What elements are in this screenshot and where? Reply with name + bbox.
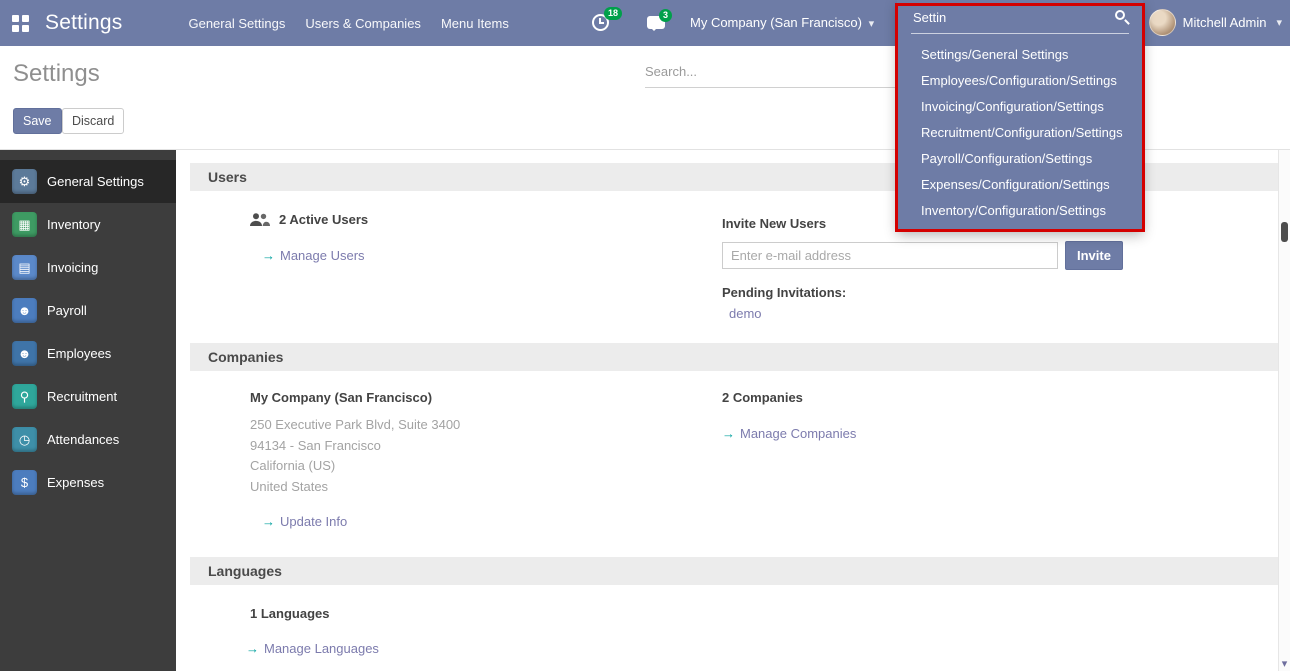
apps-menu-icon[interactable] [12,15,29,32]
breadcrumb: Settings [13,60,100,88]
arrow-right-icon: → [262,514,275,529]
search-result[interactable]: Inventory/Configuration/Settings [897,198,1143,224]
scrollbar-thumb[interactable] [1281,222,1288,242]
search-result[interactable]: Recruitment/Configuration/Settings [897,120,1143,146]
search-icon[interactable] [1115,10,1125,20]
search-result[interactable]: Settings/General Settings [897,42,1143,68]
menu-search-input[interactable] [911,9,1101,26]
discard-button[interactable]: Discard [62,108,124,134]
manage-languages-link[interactable]: →Manage Languages [246,641,379,656]
sidebar-item-label: Attendances [47,432,119,447]
sidebar-item-expenses[interactable]: $ Expenses [0,461,176,504]
address-line: California (US) [250,456,460,477]
sidebar-item-label: Recruitment [47,389,117,404]
menu-users-companies[interactable]: Users & Companies [295,2,431,45]
menu-search-dropdown: Settings/General Settings Employees/Conf… [897,0,1143,230]
menu-search-row [911,9,1129,34]
companies-count-label: 2 Companies [722,390,803,405]
user-name: Mitchell Admin [1183,15,1267,30]
sidebar-item-employees[interactable]: ☻ Employees [0,332,176,375]
sidebar-item-invoicing[interactable]: ▤ Invoicing [0,246,176,289]
sidebar-item-payroll[interactable]: ☻ Payroll [0,289,176,332]
manage-companies-link[interactable]: →Manage Companies [722,426,856,441]
address-line: United States [250,477,460,498]
search-result[interactable]: Payroll/Configuration/Settings [897,146,1143,172]
pending-invitations-label: Pending Invitations: [722,285,846,300]
section-header-companies: Companies [190,343,1278,371]
activity-count-badge: 18 [604,7,622,20]
expenses-icon: $ [12,470,37,495]
arrow-right-icon: → [262,248,275,263]
manage-users-link[interactable]: →Manage Users [262,248,365,263]
active-users-count: 2 Active Users [279,212,368,227]
menu-menu-items[interactable]: Menu Items [431,2,519,45]
address-line: 94134 - San Francisco [250,436,460,457]
sidebar-item-attendances[interactable]: ◷ Attendances [0,418,176,461]
chevron-down-icon: ▾ [869,18,875,30]
invite-new-users-label: Invite New Users [722,216,826,231]
avatar [1149,9,1176,36]
save-button[interactable]: Save [13,108,62,134]
menu-search-results: Settings/General Settings Employees/Conf… [897,42,1143,224]
sidebar-item-label: Inventory [47,217,100,232]
invite-email-field[interactable] [722,242,1058,269]
sidebar-item-general-settings[interactable]: ⚙ General Settings [0,160,176,203]
company-address: 250 Executive Park Blvd, Suite 3400 9413… [250,415,460,497]
attendance-icon: ◷ [12,427,37,452]
inventory-icon: ▦ [12,212,37,237]
payroll-icon: ☻ [12,298,37,323]
active-users-row: 2 Active Users [250,212,368,227]
scrollbar-down-arrow[interactable]: ▾ [1279,657,1290,670]
company-name-label: My Company (San Francisco) [250,390,432,405]
sidebar-item-label: Expenses [47,475,104,490]
company-name: My Company (San Francisco) [690,15,862,30]
invoice-icon: ▤ [12,255,37,280]
settings-sidebar: ⚙ General Settings ▦ Inventory ▤ Invoici… [0,150,176,671]
pending-user-link[interactable]: demo [729,306,762,321]
search-result[interactable]: Invoicing/Configuration/Settings [897,94,1143,120]
chevron-down-icon: ▾ [1276,16,1282,29]
activity-menu-button[interactable]: 18 [592,14,609,31]
message-count-badge: 3 [659,9,672,22]
sidebar-item-label: Payroll [47,303,87,318]
employees-icon: ☻ [12,341,37,366]
app-title: Settings [45,11,122,35]
users-group-icon [250,213,270,226]
sidebar-item-label: General Settings [47,174,144,189]
user-menu[interactable]: Mitchell Admin ▾ [1149,9,1282,36]
gear-icon: ⚙ [12,169,37,194]
arrow-right-icon: → [246,641,259,656]
arrow-right-icon: → [722,426,735,441]
languages-count-label: 1 Languages [250,606,329,621]
app-menu: General Settings Users & Companies Menu … [178,2,518,45]
section-header-languages: Languages [190,557,1278,585]
search-result[interactable]: Employees/Configuration/Settings [897,68,1143,94]
search-result[interactable]: Expenses/Configuration/Settings [897,172,1143,198]
menu-general-settings[interactable]: General Settings [178,2,295,45]
update-info-link[interactable]: →Update Info [262,514,347,529]
address-line: 250 Executive Park Blvd, Suite 3400 [250,415,460,436]
sidebar-item-label: Invoicing [47,260,98,275]
sidebar-item-inventory[interactable]: ▦ Inventory [0,203,176,246]
recruitment-icon: ⚲ [12,384,37,409]
invite-button[interactable]: Invite [1065,241,1123,270]
sidebar-item-label: Employees [47,346,111,361]
vertical-scrollbar[interactable]: ▾ [1278,150,1290,671]
sidebar-item-recruitment[interactable]: ⚲ Recruitment [0,375,176,418]
company-switcher[interactable]: My Company (San Francisco) ▾ [690,15,874,30]
messages-menu-button[interactable]: 3 [647,16,665,29]
